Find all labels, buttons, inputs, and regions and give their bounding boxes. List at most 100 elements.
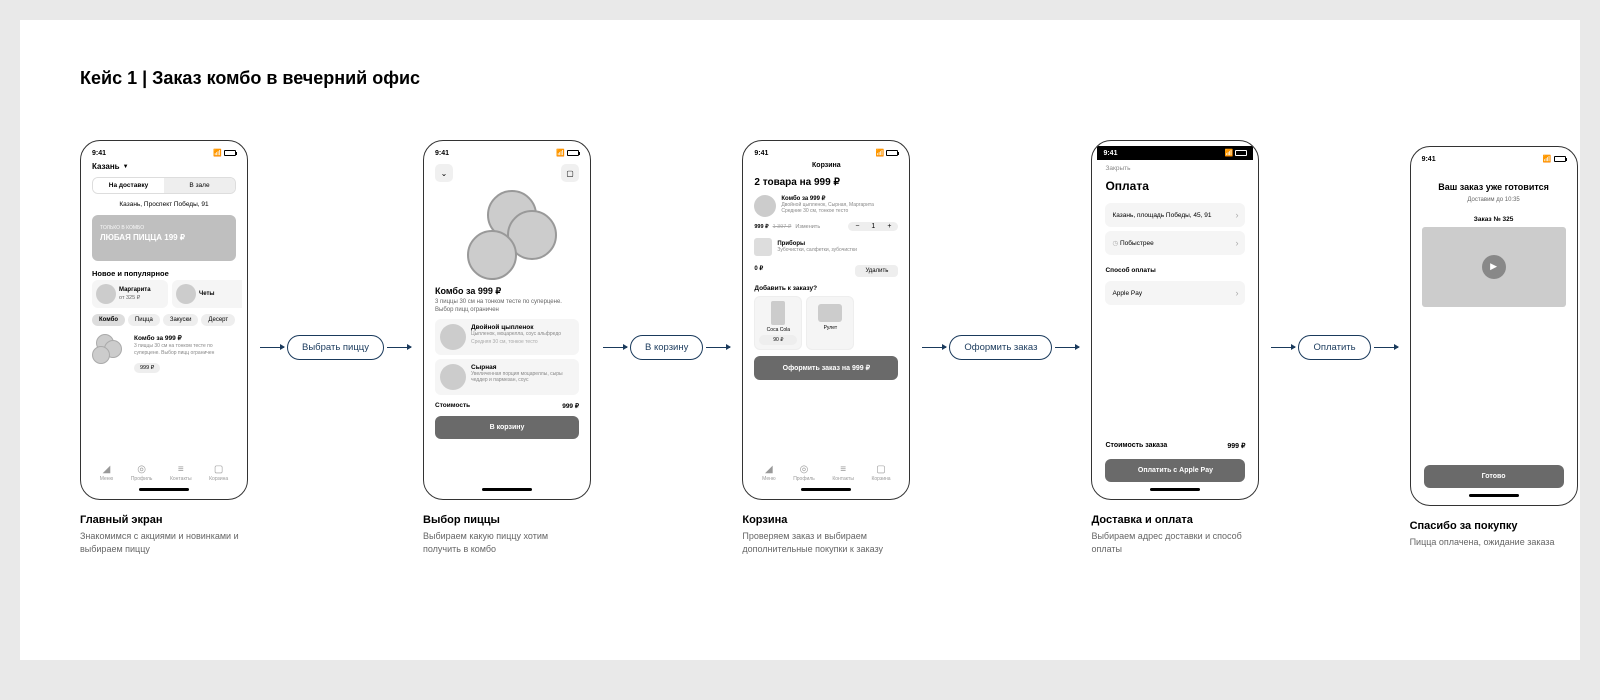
- promo-banner[interactable]: ТОЛЬКО В КОМБО ЛЮБАЯ ПИЦЦА 199 ₽: [92, 215, 236, 261]
- caption-desc: Выбираем адрес доставки и способ оплаты: [1091, 530, 1251, 555]
- battery-icon: [1554, 156, 1566, 162]
- arrow-icon: [603, 347, 627, 348]
- cart-button[interactable]: ▢: [561, 164, 579, 182]
- opt-title: Двойной цыпленок: [471, 324, 574, 331]
- change-link[interactable]: Изменить: [795, 224, 820, 230]
- product-card[interactable]: Маргаритаот 325 ₽: [92, 280, 168, 308]
- status-bar: 9:41 📶: [1416, 152, 1572, 166]
- connector: В корзину: [603, 335, 730, 360]
- arrow-icon: [1271, 347, 1295, 348]
- close-link[interactable]: Закрыть: [1097, 160, 1253, 177]
- caption-title: Корзина: [742, 514, 910, 526]
- card-name: Четы: [199, 291, 215, 297]
- back-button[interactable]: ⌄: [435, 164, 453, 182]
- phone-frame: 9:41 📶 ⌄ ▢ Комбо за 999 ₽ 3 пиццы 30 см …: [423, 140, 591, 500]
- status-time: 9:41: [1103, 150, 1117, 157]
- list-icon: ≡: [837, 463, 849, 475]
- category-chips: Комбо Пицца Закуски Десерт: [86, 308, 242, 330]
- city-selector[interactable]: Казань▼: [86, 160, 242, 173]
- option-card[interactable]: Двойной цыпленок Цыпленок, моцарелла, со…: [435, 319, 579, 355]
- battery-icon: [886, 150, 898, 156]
- checkout-button[interactable]: Оформить заказ на 999 ₽: [754, 356, 898, 380]
- minus-icon[interactable]: −: [851, 223, 863, 230]
- delivery-toggle[interactable]: На доставку В зале: [92, 177, 236, 194]
- tab-cart[interactable]: ▢Корзина: [871, 463, 890, 482]
- toggle-hall[interactable]: В зале: [164, 178, 235, 193]
- option-card[interactable]: Сырная Увеличенная порция моцареллы, сыр…: [435, 359, 579, 395]
- toggle-delivery[interactable]: На доставку: [93, 178, 164, 193]
- popular-cards[interactable]: Маргаритаот 325 ₽ Четы: [86, 280, 242, 308]
- caption-desc: Выбираем какую пиццу хотим получить в ко…: [423, 530, 583, 555]
- bag-icon: ▢: [213, 463, 225, 475]
- section-new: Новое и популярное: [86, 265, 242, 280]
- status-bar: 9:41 📶: [429, 146, 585, 160]
- user-icon: ◎: [798, 463, 810, 475]
- tab-bar: ◢Меню ◎Профиль ≡Контакты ▢Корзина: [753, 459, 899, 486]
- tab-menu[interactable]: ◢Меню: [762, 463, 776, 482]
- opt-desc: Увеличенная порция моцареллы, сыры чедде…: [471, 371, 574, 383]
- tab-contacts[interactable]: ≡Контакты: [170, 463, 192, 482]
- done-title: Ваш заказ уже готовится: [1416, 166, 1572, 194]
- connector: Выбрать пиццу: [260, 335, 411, 360]
- product-image: [457, 190, 557, 280]
- delete-button[interactable]: Удалить: [855, 265, 898, 277]
- connector: Оплатить: [1271, 335, 1397, 360]
- caption-desc: Пицца оплачена, ожидание заказа: [1410, 536, 1570, 549]
- home-indicator: [482, 488, 532, 491]
- product-card[interactable]: Четы: [172, 280, 242, 308]
- step-payment: 9:41 📶 Закрыть Оплата Казань, площадь По…: [1091, 140, 1259, 555]
- tab-profile[interactable]: ◎Профиль: [131, 463, 153, 482]
- action-pill: В корзину: [630, 335, 703, 360]
- arrow-icon: [1055, 347, 1079, 348]
- screen-title: Корзина: [748, 160, 904, 171]
- tab-contacts[interactable]: ≡Контакты: [832, 463, 854, 482]
- signal-icon: 📶: [1225, 149, 1234, 157]
- item-name: Комбо за 999 ₽: [781, 195, 898, 202]
- address-text[interactable]: Казань, Проспект Победы, 91: [86, 198, 242, 211]
- chevron-right-icon: ›: [1235, 288, 1238, 298]
- combo-price-button[interactable]: 999 ₽: [134, 363, 160, 373]
- done-button[interactable]: Готово: [1424, 465, 1564, 488]
- chip-combo[interactable]: Комбо: [92, 314, 125, 326]
- method-card[interactable]: Apple Pay ›: [1105, 281, 1245, 305]
- status-icons: 📶: [1543, 155, 1566, 163]
- video-placeholder[interactable]: ▶: [1422, 227, 1566, 307]
- plus-icon[interactable]: +: [883, 223, 895, 230]
- chip-snacks[interactable]: Закуски: [163, 314, 199, 326]
- napkin-icon: [754, 238, 772, 256]
- speed-card[interactable]: ◷ Побыстрее ›: [1105, 231, 1245, 255]
- product-title: Комбо за 999 ₽: [429, 284, 585, 299]
- combo-card[interactable]: Комбо за 999 ₽ 3 пиццы 30 см на тонком т…: [86, 330, 242, 378]
- chip-pizza[interactable]: Пицца: [128, 314, 160, 326]
- status-time: 9:41: [92, 150, 106, 157]
- step-done: 9:41 📶 Ваш заказ уже готовится Доставим …: [1410, 146, 1578, 549]
- list-icon: ≡: [175, 463, 187, 475]
- tools-item: Приборы Зубочистки, салфетки, зубочистки: [748, 233, 904, 261]
- phone-frame: 9:41 📶 Корзина 2 товара на 999 ₽ Комбо з…: [742, 140, 910, 500]
- play-icon[interactable]: ▶: [1482, 255, 1506, 279]
- pay-button[interactable]: Оплатить с Apple Pay: [1105, 459, 1245, 482]
- speed-text: Побыстрее: [1120, 240, 1154, 247]
- done-sub: Доставим до 10:35: [1416, 194, 1572, 206]
- tab-cart[interactable]: ▢Корзина: [209, 463, 228, 482]
- combo-image: [92, 334, 128, 364]
- chip-dessert[interactable]: Десерт: [201, 314, 235, 326]
- action-pill: Оформить заказ: [949, 335, 1052, 360]
- home-indicator: [1150, 488, 1200, 491]
- chevron-down-icon: ⌄: [441, 169, 448, 178]
- upsell-card[interactable]: Рулет: [806, 296, 854, 350]
- caption-title: Спасибо за покупку: [1410, 520, 1578, 532]
- cart-item: Комбо за 999 ₽ Двойной цыпленок, Сырная,…: [748, 192, 904, 220]
- caption-title: Главный экран: [80, 514, 248, 526]
- address-card[interactable]: Казань, площадь Победы, 45, 91 ›: [1105, 203, 1245, 227]
- signal-icon: 📶: [1543, 155, 1552, 163]
- add-to-cart-button[interactable]: В корзину: [435, 416, 579, 439]
- upsell-card[interactable]: Coca Cola 90 ₽: [754, 296, 802, 350]
- old-price: 1 397 ₽: [773, 224, 792, 230]
- tab-menu[interactable]: ◢Меню: [100, 463, 114, 482]
- step-home: 9:41 📶 Казань▼ На доставку В зале Казань…: [80, 140, 248, 555]
- pizza-icon: [96, 284, 116, 304]
- method-text: Apple Pay: [1112, 290, 1142, 297]
- tab-profile[interactable]: ◎Профиль: [793, 463, 815, 482]
- quantity-stepper[interactable]: − 1 +: [848, 222, 898, 231]
